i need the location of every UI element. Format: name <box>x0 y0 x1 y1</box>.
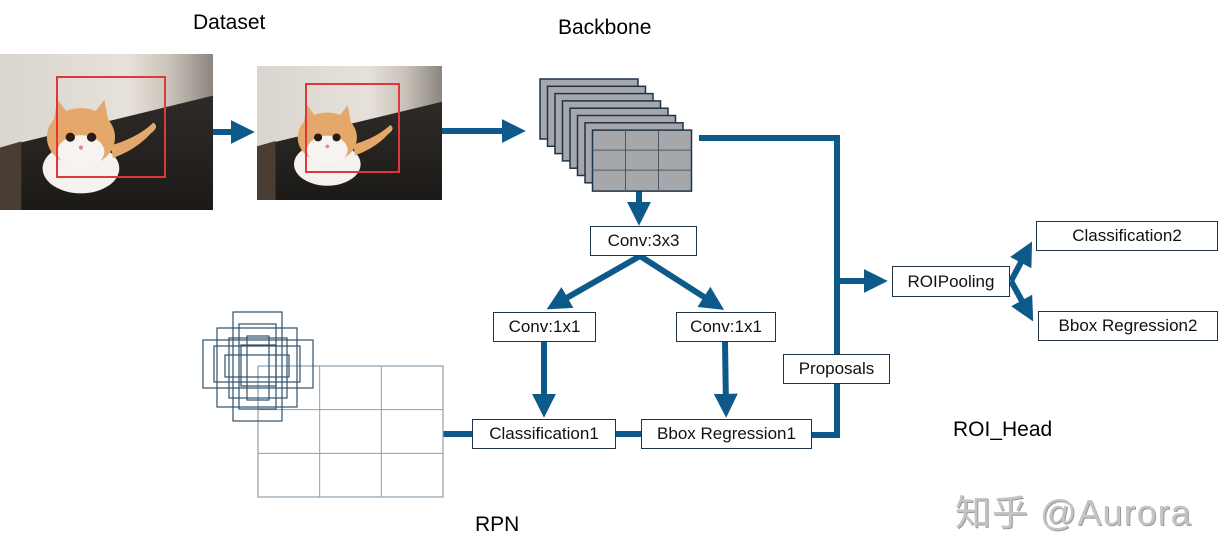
node-classification1: Classification1 <box>472 419 616 449</box>
backbone-feature-maps <box>539 78 693 192</box>
node-classification2: Classification2 <box>1036 221 1218 251</box>
arrow-roipooling-to-classification2 <box>1008 241 1033 283</box>
arrow-roipooling-to-bbox-regression2 <box>1008 279 1034 322</box>
node-proposals: Proposals <box>783 354 890 384</box>
node-roipooling: ROIPooling <box>892 266 1010 297</box>
node-conv1x1-right: Conv:1x1 <box>676 312 776 342</box>
line-backbone-to-roi <box>699 135 840 438</box>
node-conv3x3: Conv:3x3 <box>590 226 697 256</box>
node-bbox-regression2: Bbox Regression2 <box>1038 311 1218 341</box>
node-conv1x1-left: Conv:1x1 <box>493 312 596 342</box>
arrow-conv3x3-to-conv1x1-left <box>546 253 642 310</box>
diagram-canvas <box>0 54 1034 498</box>
arrow-conv3x3-to-conv1x1-right <box>638 253 725 310</box>
watermark: 知乎 @Aurora <box>955 492 1192 533</box>
section-label-rpn: RPN <box>475 513 520 536</box>
node-bbox-regression1: Bbox Regression1 <box>641 419 812 449</box>
anchor-grid-frame <box>257 365 444 498</box>
dataset-original-image <box>0 54 213 210</box>
dataset-resized-image <box>257 66 442 200</box>
section-label-dataset: Dataset <box>193 11 266 34</box>
section-label-backbone: Backbone <box>558 16 652 39</box>
rpn-anchor-grid <box>257 365 444 498</box>
arrow-conv1x1-to-bbox-regression1 <box>713 341 738 418</box>
section-label-roi-head: ROI_Head <box>953 418 1053 441</box>
feature-map-layer <box>591 129 693 192</box>
